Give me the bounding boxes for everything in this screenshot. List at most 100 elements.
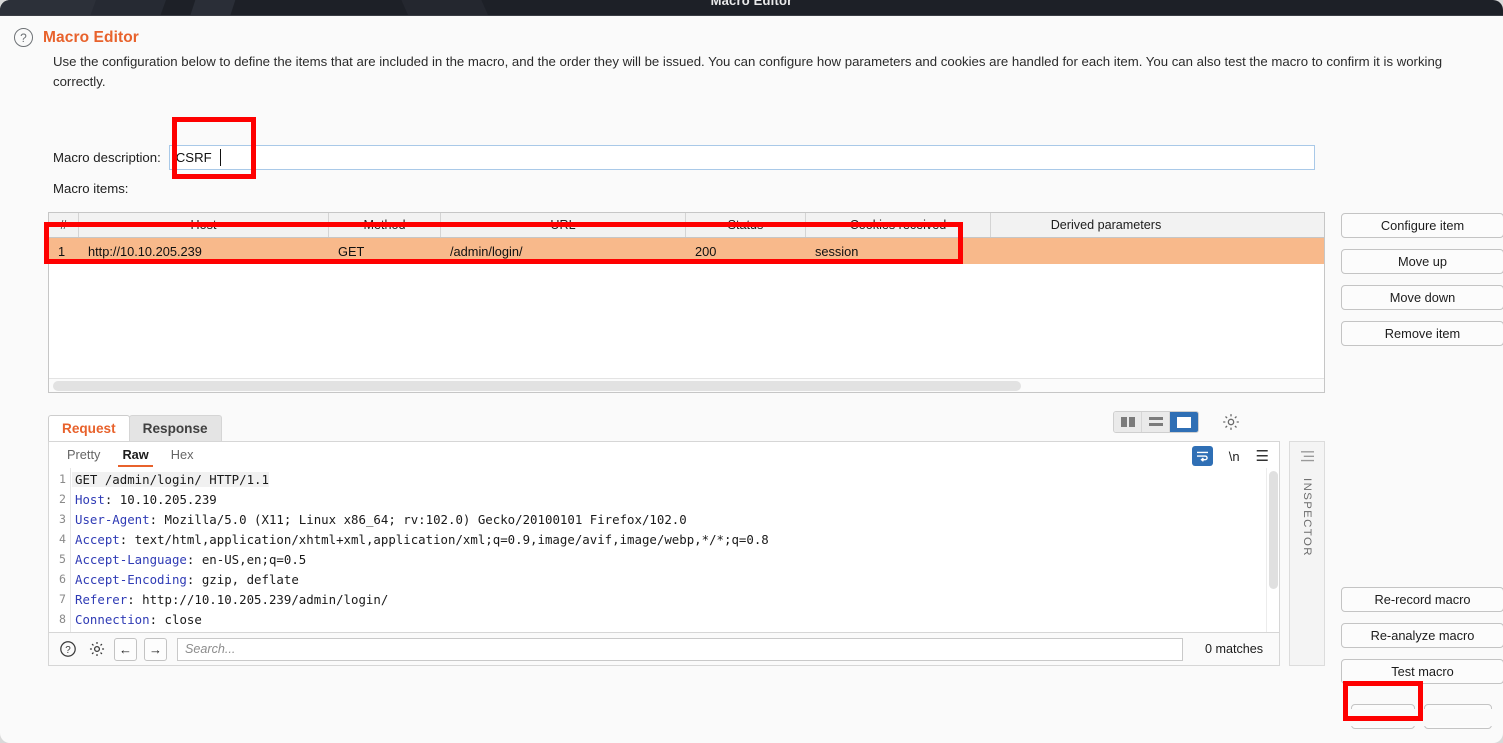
line-number: 1 (59, 472, 66, 486)
header-value: : gzip, deflate (186, 572, 299, 587)
re-record-macro-button[interactable]: Re-record macro (1341, 587, 1503, 612)
tab-hex[interactable]: Hex (167, 444, 198, 466)
header-name: Accept-Encoding (75, 572, 187, 587)
arrow-left-icon[interactable]: ← (114, 637, 137, 661)
dialog-content: ? Macro Editor Use the configuration bel… (0, 16, 1503, 729)
table-cell: http://10.10.205.239 (88, 243, 202, 259)
scrollbar-thumb[interactable] (53, 381, 1021, 391)
gear-icon[interactable] (1221, 412, 1241, 432)
table-row[interactable]: 1 http://10.10.205.239 GET/admin/login/200… (49, 238, 1324, 264)
configure-item-button[interactable]: Configure item (1341, 213, 1503, 238)
question-mark-icon[interactable]: ? (14, 28, 33, 47)
table-header-row: # Host Method URL Status Cookies received Deri… (49, 213, 1324, 238)
line-number: 5 (59, 552, 66, 566)
request-line: GET /admin/login/ HTTP/1.1 (72, 472, 269, 487)
header-value: : Mozilla/5.0 (X11; Linux x86_64; rv:102… (149, 512, 687, 527)
raw-request-view[interactable]: 1 2 3 4 5 6 7 8 GET /admin/login/ HTTP/1.1 Host:… (48, 468, 1280, 633)
text-caret (220, 149, 221, 166)
message-editor-panel: Request Response Pretty Raw Hex \n ☰ 1 2… (48, 402, 1325, 691)
svg-text:?: ? (65, 645, 71, 656)
table-cell: 200 (695, 243, 717, 259)
dialog-header: ? Macro Editor (14, 28, 139, 47)
table-column-header[interactable]: Host (79, 213, 329, 237)
window-title: Macro Editor (710, 0, 793, 8)
search-toolbar: ? ← → 0 matches (48, 633, 1280, 666)
table-column-header[interactable]: Status (686, 213, 806, 237)
split-view-icon[interactable] (1114, 412, 1142, 432)
raw-vertical-scrollbar[interactable] (1266, 468, 1279, 632)
macro-editor-dialog: Macro Editor ? Macro Editor Use the conf… (0, 0, 1503, 743)
header-name: Connection (75, 612, 150, 627)
header-name: Host (75, 492, 105, 507)
table-cell: /admin/login/ (450, 243, 523, 259)
table-column-header[interactable]: Method (329, 213, 441, 237)
line-number-gutter: 1 2 3 4 5 6 7 8 (49, 468, 71, 632)
single-view-icon[interactable] (1170, 412, 1198, 432)
tab-response[interactable]: Response (128, 415, 222, 441)
table-column-header[interactable]: Cookies received (806, 213, 991, 237)
table-column-header[interactable]: Derived parameters (991, 213, 1221, 237)
search-input[interactable] (177, 637, 1183, 661)
tab-request[interactable]: Request (48, 415, 130, 441)
macro-description-row: Macro description: (53, 145, 1315, 170)
inspector-label: INSPECTOR (1301, 478, 1313, 557)
request-line: Host: 10.10.205.239 (75, 492, 217, 507)
request-line: Referer: http://10.10.205.239/admin/logi… (75, 592, 388, 607)
header-value: : en-US,en;q=0.5 (186, 552, 307, 567)
arrow-right-icon[interactable]: → (144, 637, 167, 661)
test-macro-button[interactable]: Test macro (1341, 659, 1503, 684)
tab-raw[interactable]: Raw (118, 444, 154, 467)
dialog-footer (0, 709, 1503, 726)
request-line: Accept-Language: en-US,en;q=0.5 (75, 552, 306, 567)
question-mark-icon[interactable]: ? (58, 639, 78, 659)
macro-items-table[interactable]: # Host Method URL Status Cookies received Deri… (48, 212, 1325, 393)
window-titlebar: Macro Editor (0, 0, 1503, 16)
remove-item-button[interactable]: Remove item (1341, 321, 1503, 346)
macro-items-label: Macro items: (53, 181, 129, 196)
request-line: Accept: text/html,application/xhtml+xml,… (75, 532, 769, 547)
header-name: Accept-Language (75, 552, 187, 567)
view-mode-toggle-group (1113, 411, 1199, 433)
dialog-description: Use the configuration below to define th… (53, 54, 1443, 89)
collapse-panel-icon[interactable] (1300, 450, 1315, 468)
line-number: 4 (59, 532, 66, 546)
table-horizontal-scrollbar[interactable] (49, 378, 1324, 392)
line-number: 3 (59, 512, 66, 526)
message-tabs: Request Response (48, 415, 222, 441)
scrollbar-thumb[interactable] (1269, 471, 1278, 589)
match-count-label: 0 matches (1205, 642, 1264, 656)
header-name: Accept (75, 532, 120, 547)
table-column-header[interactable]: URL (441, 213, 686, 237)
header-value: : http://10.10.205.239/admin/login/ (127, 592, 389, 607)
request-line: Accept-Encoding: gzip, deflate (75, 572, 299, 587)
table-column-header[interactable]: # (49, 213, 79, 237)
gear-icon[interactable] (87, 639, 107, 659)
line-number: 2 (59, 492, 66, 506)
table-cell: session (815, 243, 859, 259)
table-cell: GET (338, 243, 365, 259)
macro-description-label: Macro description: (53, 150, 161, 165)
menu-icon[interactable]: ☰ (1256, 447, 1269, 465)
word-wrap-icon[interactable] (1191, 446, 1213, 466)
line-number: 6 (59, 572, 66, 586)
stacked-view-icon[interactable] (1142, 412, 1170, 432)
move-down-button[interactable]: Move down (1341, 285, 1503, 310)
header-value: : text/html,application/xhtml+xml,applic… (119, 532, 769, 547)
header-value: : close (149, 612, 202, 627)
header-value: : 10.10.205.239 (104, 492, 217, 507)
request-line: Connection: close (75, 612, 202, 627)
macro-description-input[interactable] (168, 145, 1315, 170)
table-cell: 1 (58, 243, 66, 259)
table-cell (991, 238, 1221, 264)
tab-pretty[interactable]: Pretty (63, 444, 104, 466)
format-tabs: Pretty Raw Hex \n ☰ (48, 441, 1280, 469)
editor-tools: \n ☰ (1191, 446, 1269, 466)
show-newlines-icon[interactable]: \n (1229, 449, 1240, 464)
header-name: Referer (75, 592, 128, 607)
page-title: Macro Editor (43, 28, 139, 46)
move-up-button[interactable]: Move up (1341, 249, 1503, 274)
line-number: 8 (59, 612, 66, 626)
inspector-rail[interactable]: INSPECTOR (1289, 441, 1325, 666)
table-body: 1 http://10.10.205.239 GET/admin/login/200… (49, 238, 1324, 264)
re-analyze-macro-button[interactable]: Re-analyze macro (1341, 623, 1503, 648)
